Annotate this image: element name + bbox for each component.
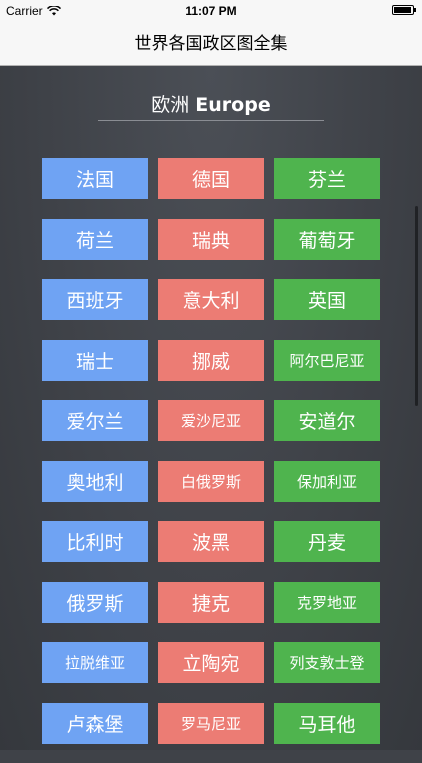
country-button[interactable]: 瑞士 [42,339,148,381]
scrollbar[interactable] [415,206,418,406]
battery-icon [392,5,416,15]
country-button[interactable]: 列支敦士登 [274,642,380,683]
country-button[interactable]: 立陶宛 [158,642,264,683]
content-area[interactable]: 欧洲 Europe 法国 德国 芬兰 荷兰 瑞典 葡萄牙 西班牙 意大利 英国 瑞… [0,66,422,750]
country-button[interactable]: 安道尔 [274,400,380,441]
country-row: 爱尔兰 爱沙尼亚 安道尔 [42,400,380,441]
country-button[interactable]: 阿尔巴尼亚 [274,339,380,381]
country-button[interactable]: 意大利 [158,279,264,320]
country-button[interactable]: 葡萄牙 [274,218,380,260]
country-grid: 法国 德国 芬兰 荷兰 瑞典 葡萄牙 西班牙 意大利 英国 瑞士 挪威 阿尔巴尼… [42,158,380,763]
country-button[interactable]: 英国 [274,279,380,320]
country-button[interactable]: 芬兰 [274,158,380,199]
country-button[interactable]: 保加利亚 [274,460,380,502]
country-button[interactable]: 奥地利 [42,460,148,502]
country-row: 瑞士 挪威 阿尔巴尼亚 [42,339,380,381]
country-button[interactable]: 荷兰 [42,218,148,260]
page-title: 世界各国政区图全集 [134,34,288,54]
country-button[interactable]: 瑞典 [158,218,264,260]
navigation-bar: 世界各国政区图全集 [0,22,422,66]
country-button[interactable]: 克罗地亚 [274,581,380,623]
country-button[interactable]: 德国 [158,158,264,199]
section-divider [98,120,324,121]
country-button[interactable]: 捷克 [158,581,264,623]
section-title-cn: 欧洲 [151,94,190,116]
country-row: 奥地利 白俄罗斯 保加利亚 [42,460,380,502]
country-button[interactable]: 法国 [42,158,148,199]
country-button[interactable]: 拉脱维亚 [42,642,148,683]
country-button[interactable]: 罗马尼亚 [158,702,264,744]
country-row: 比利时 波黑 丹麦 [42,521,380,562]
country-row: 俄罗斯 捷克 克罗地亚 [42,581,380,623]
country-row: 荷兰 瑞典 葡萄牙 [42,218,380,260]
country-button[interactable]: 马耳他 [274,702,380,744]
country-button[interactable]: 比利时 [42,521,148,562]
country-button[interactable]: 挪威 [158,339,264,381]
country-row: 法国 德国 芬兰 [42,158,380,199]
country-button[interactable]: 西班牙 [42,279,148,320]
status-time: 11:07 PM [185,4,237,18]
country-button[interactable]: 白俄罗斯 [158,460,264,502]
section-title: 欧洲 Europe [0,90,422,117]
country-button[interactable]: 卢森堡 [42,702,148,744]
status-bar: Carrier 11:07 PM [0,0,422,22]
country-row: 拉脱维亚 立陶宛 列支敦士登 [42,642,380,683]
country-button[interactable]: 波黑 [158,521,264,562]
section-title-en: Europe [195,94,271,116]
country-button[interactable]: 丹麦 [274,521,380,562]
country-button[interactable]: 俄罗斯 [42,581,148,623]
country-row: 西班牙 意大利 英国 [42,279,380,320]
country-button[interactable]: 爱沙尼亚 [158,400,264,441]
country-row: 卢森堡 罗马尼亚 马耳他 [42,702,380,744]
country-button[interactable]: 爱尔兰 [42,400,148,441]
